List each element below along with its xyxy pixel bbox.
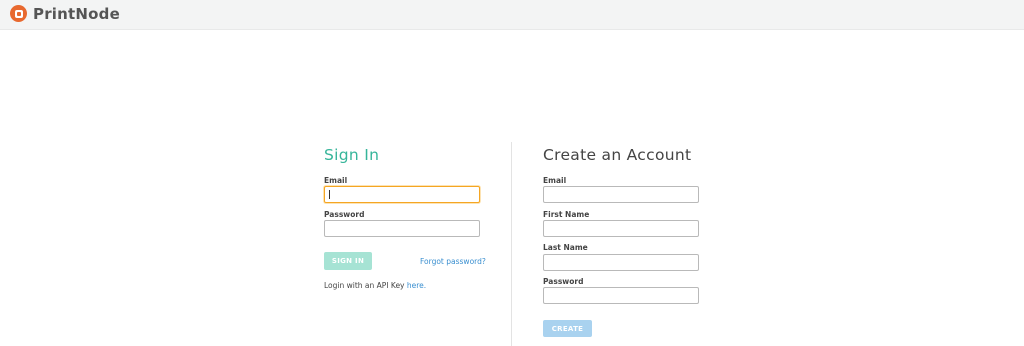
last-name-input[interactable] — [543, 254, 699, 271]
first-name-label: First Name — [543, 210, 590, 219]
signin-password-label: Password — [324, 210, 365, 219]
create-email-input[interactable] — [543, 186, 699, 203]
last-name-label: Last Name — [543, 243, 588, 252]
create-account-button[interactable]: CREATE — [543, 320, 592, 337]
signin-email-wrapper — [324, 186, 480, 203]
create-password-label: Password — [543, 277, 584, 286]
api-key-text: Login with an API Key — [324, 281, 405, 290]
column-divider — [511, 142, 512, 346]
signin-email-label: Email — [324, 176, 348, 185]
first-name-input[interactable] — [543, 220, 699, 237]
brand-name[interactable]: PrintNode — [33, 5, 120, 23]
top-bar: PrintNode — [0, 0, 1024, 30]
signin-password-input[interactable] — [324, 220, 480, 237]
create-password-input[interactable] — [543, 287, 699, 304]
create-account-title: Create an Account — [543, 146, 692, 164]
sign-in-title: Sign In — [324, 146, 380, 164]
api-key-login-text: Login with an API Key here. — [324, 281, 426, 290]
forgot-password-link[interactable]: Forgot password? — [420, 257, 486, 266]
text-caret — [329, 190, 330, 199]
create-email-label: Email — [543, 176, 567, 185]
sign-in-button[interactable]: SIGN IN — [324, 252, 372, 270]
signin-email-input[interactable] — [324, 186, 480, 203]
api-key-link[interactable]: here. — [407, 281, 426, 290]
printnode-logo-icon[interactable] — [10, 5, 27, 22]
